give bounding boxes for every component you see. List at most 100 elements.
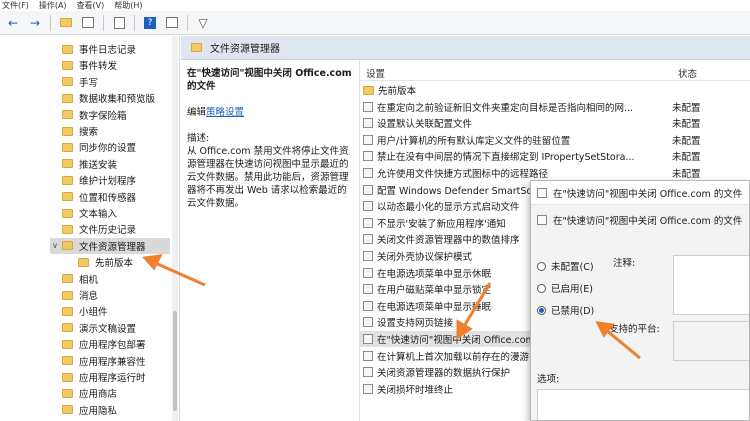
policy-name: 设置默认关联配置文件: [377, 119, 473, 131]
tree-item[interactable]: 应用商店: [62, 385, 117, 401]
tree-item-label: 手写: [79, 77, 99, 89]
tree-item[interactable]: 应用程序包部署: [62, 336, 146, 352]
policy-icon: [363, 383, 373, 394]
tree-item-label: 文件历史记录: [79, 225, 137, 237]
folder-icon: [62, 339, 73, 349]
column-header-setting[interactable]: 设置: [366, 66, 385, 80]
tree-item-label: 搜索: [79, 127, 99, 138]
comment-textarea[interactable]: [673, 255, 749, 315]
edit-line: 编辑策略设置: [187, 106, 353, 119]
tree-item-label: 应用程序包部署: [79, 340, 146, 352]
comment-label: 注释:: [613, 258, 636, 269]
policy-icon: [363, 217, 373, 228]
tree-item-label: 同步你的设置: [79, 143, 137, 155]
scrollbar[interactable]: [172, 36, 178, 421]
policy-icon: [537, 187, 547, 198]
folder-icon: [62, 192, 73, 202]
tree-item-label: 事件日志记录: [79, 45, 137, 56]
panel-header: 文件资源管理器: [181, 36, 750, 60]
edit-policy-link[interactable]: 策略设置: [206, 107, 244, 118]
forward-arrow-icon[interactable]: →: [26, 14, 44, 32]
menu-file[interactable]: 文件(F): [2, 0, 29, 11]
tree-item[interactable]: 应用隐私: [62, 402, 117, 418]
radio-circle-icon: [537, 261, 546, 271]
radio-disabled[interactable]: 已禁用(D): [537, 303, 594, 317]
column-header-state[interactable]: 状态: [678, 66, 697, 80]
tree-item[interactable]: 文本输入: [62, 205, 117, 221]
policy-row[interactable]: 在重定向之前验证新旧文件夹重定向目标是否指向相同的网... 未配置: [360, 99, 750, 115]
tree-item[interactable]: 事件日志记录: [62, 41, 136, 57]
policy-icon: [363, 367, 373, 378]
tree-item[interactable]: 小组件: [62, 303, 108, 319]
tree-item[interactable]: 手写: [62, 74, 98, 90]
tree-item[interactable]: 事件转发: [62, 57, 117, 73]
back-arrow-icon[interactable]: ←: [4, 14, 22, 32]
radio-circle-icon: [537, 283, 546, 293]
dialog-titlebar: 在"快速访问"视图中关闭 Office.com 的文件: [531, 181, 749, 205]
tree-item[interactable]: 数据收集和预览版: [62, 90, 155, 106]
policy-icon: [363, 267, 373, 278]
menu-action[interactable]: 操作(A): [39, 0, 67, 11]
tree-item[interactable]: 数字保险箱: [62, 107, 127, 123]
tree-item[interactable]: 搜索: [62, 123, 98, 139]
menu-help[interactable]: 帮助(H): [114, 0, 142, 11]
tree-item[interactable]: 位置和传感器: [62, 189, 136, 205]
description-label: 描述:: [187, 133, 210, 144]
tree-item-label: 消息: [79, 291, 99, 302]
folder-icon: [363, 85, 374, 95]
folder-icon: [62, 44, 73, 54]
show-tree-icon[interactable]: [79, 14, 97, 32]
tree-item[interactable]: 消息: [62, 287, 98, 303]
folder-icon: [62, 175, 73, 185]
tree-item-label: 应用程序兼容性: [79, 356, 146, 368]
tree-item-label: 小组件: [79, 307, 108, 319]
filter-icon[interactable]: ▽: [194, 14, 212, 32]
export-icon[interactable]: [110, 14, 128, 32]
tree-item[interactable]: 演示文稿设置: [62, 320, 136, 336]
tree-item[interactable]: 相机: [62, 271, 98, 287]
properties-icon[interactable]: [163, 14, 181, 32]
folder-icon: [62, 159, 73, 169]
radio-label: 未配置(C): [551, 262, 594, 273]
tree-item[interactable]: ∨ 文件资源管理器: [50, 237, 170, 254]
description-text: 从 Office.com 禁用文件将停止文件资源管理器在快速访问视图中显示最近的…: [187, 146, 349, 209]
radio-not-configured[interactable]: 未配置(C): [537, 259, 594, 273]
tree-item-label: 事件转发: [79, 61, 118, 73]
list-header: 设置 状态: [360, 61, 750, 81]
tree-item[interactable]: 先前版本: [78, 254, 133, 270]
folder-icon: [62, 93, 73, 103]
folder-row[interactable]: 先前版本: [360, 82, 750, 98]
folder-icon: [62, 208, 73, 218]
folder-icon: [62, 372, 73, 382]
folder-icon: [62, 142, 73, 152]
tree-item[interactable]: 推送安装: [62, 156, 117, 172]
help-icon[interactable]: ?: [141, 14, 159, 32]
tree-item-label: 文本输入: [79, 209, 118, 220]
supported-platform-label: 支持的平台:: [609, 324, 660, 335]
policy-icon: [363, 168, 373, 178]
tree-item-label: 数字保险箱: [79, 110, 127, 122]
tree-item-label: 相机: [79, 274, 99, 286]
policy-state: 未配置: [672, 152, 701, 164]
up-folder-icon[interactable]: [57, 14, 75, 32]
tree-item[interactable]: 应用程序兼容性: [62, 353, 146, 369]
policy-row[interactable]: 禁止在没有中间层的情况下直接绑定到 IPropertySetStora... 未配…: [360, 148, 750, 164]
toolbar-separator: [134, 14, 135, 31]
policy-row[interactable]: 允许使用文件快捷方式图标中的远程路径 未配置: [360, 165, 750, 181]
tree-item[interactable]: 同步你的设置: [62, 139, 136, 155]
folder-icon: [62, 356, 73, 366]
policy-row[interactable]: 用户/计算机的所有默认库定义文件的驻留位置 未配置: [360, 132, 750, 148]
tree-item[interactable]: 维护计划程序: [62, 172, 136, 188]
folder-icon: [191, 43, 202, 52]
radio-enabled[interactable]: 已启用(E): [537, 281, 593, 295]
toolbar-separator: [50, 14, 51, 31]
tree-item[interactable]: 文件历史记录: [62, 221, 136, 237]
menu-view[interactable]: 查看(V): [77, 0, 105, 11]
policy-row[interactable]: 设置默认关联配置文件 未配置: [360, 115, 750, 131]
policy-icon: [363, 118, 373, 129]
policy-name: 用户/计算机的所有默认库定义文件的驻留位置: [377, 135, 571, 147]
chevron-down-icon[interactable]: ∨: [50, 241, 60, 250]
radio-selected-icon: [537, 305, 546, 315]
scrollbar-thumb[interactable]: [173, 311, 177, 411]
tree-item[interactable]: 应用程序运行时: [62, 369, 146, 385]
